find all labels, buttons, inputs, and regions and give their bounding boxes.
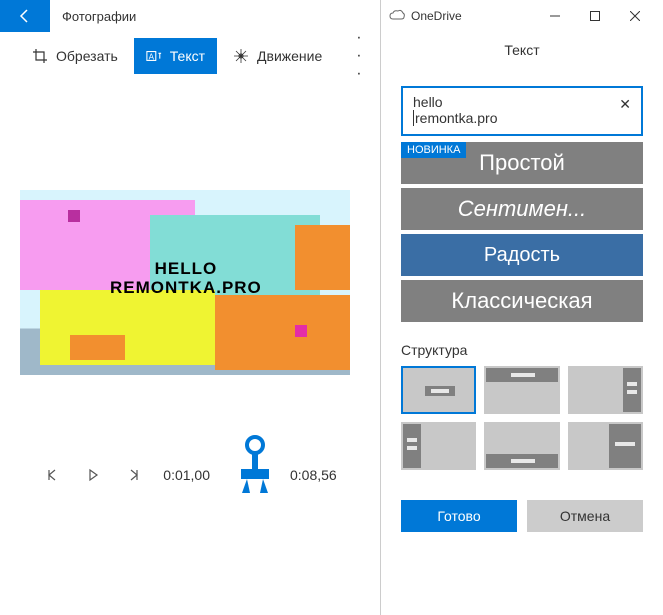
current-time: 0:01,00 [163, 467, 210, 483]
left-header: Фотографии [0, 0, 380, 32]
total-time: 0:08,56 [290, 467, 337, 483]
layout-right-alt[interactable] [568, 422, 643, 470]
minimize-icon [550, 11, 560, 21]
arrow-left-icon [17, 8, 33, 24]
orange-rect-3 [70, 335, 125, 360]
playback-controls: 0:01,00 0:08,56 [0, 465, 380, 485]
next-frame-button[interactable] [123, 465, 143, 485]
onedrive-icon [389, 8, 405, 24]
done-label: Готово [437, 508, 480, 524]
maximize-icon [590, 11, 600, 21]
ellipsis-icon: · · · [356, 29, 361, 82]
text-input-line2: remontka.pro [413, 110, 497, 126]
more-button[interactable]: · · · [346, 29, 371, 83]
cancel-label: Отмена [560, 508, 610, 524]
style-joy-label: Радость [484, 244, 560, 267]
style-classic[interactable]: Классическая [401, 280, 643, 322]
yellow-rect [40, 290, 215, 365]
style-sentimental-label: Сентимен... [458, 196, 587, 222]
app-title: Фотографии [62, 9, 136, 24]
text-tool[interactable]: A Текст [134, 38, 217, 74]
motion-label: Движение [257, 48, 322, 64]
text-icon: A [146, 48, 162, 64]
maximize-button[interactable] [575, 0, 615, 32]
x-icon: ✕ [619, 96, 631, 112]
structure-label: Структура [401, 342, 643, 358]
orange-rect-1 [295, 225, 350, 290]
done-button[interactable]: Готово [401, 500, 517, 532]
layout-center[interactable] [401, 366, 476, 414]
playhead-icon [235, 435, 275, 505]
photos-editor-panel: Фотографии Обрезать A Текст Движение [0, 0, 380, 615]
layout-bottom[interactable] [484, 422, 559, 470]
text-style-list: НОВИНКА Простой Сентимен... Радость Клас… [401, 142, 643, 322]
motion-icon [233, 48, 249, 64]
clear-text-button[interactable]: ✕ [619, 96, 631, 113]
motion-tool[interactable]: Движение [221, 38, 334, 74]
video-canvas[interactable]: HELLO REMONTKA.PRO [20, 190, 350, 375]
crop-icon [32, 48, 48, 64]
style-simple[interactable]: НОВИНКА Простой [401, 142, 643, 184]
style-joy[interactable]: Радость [401, 234, 643, 276]
text-label: Текст [170, 48, 205, 64]
text-properties-panel: OneDrive Текст hello remontka.pro ✕ [380, 0, 663, 615]
canvas-overlay-text: HELLO REMONTKA.PRO [110, 260, 262, 297]
text-input-line1: hello [413, 94, 631, 110]
minimize-button[interactable] [535, 0, 575, 32]
close-icon [630, 11, 640, 21]
panel-title: Текст [401, 42, 643, 58]
orange-rect-2 [215, 295, 350, 370]
layout-top[interactable] [484, 366, 559, 414]
layout-grid [401, 366, 643, 470]
editor-toolbar: Обрезать A Текст Движение · · · [0, 32, 380, 80]
layout-right[interactable] [568, 366, 643, 414]
back-button[interactable] [0, 0, 50, 32]
style-classic-label: Классическая [451, 288, 592, 314]
layout-left[interactable] [401, 422, 476, 470]
window-titlebar: OneDrive [381, 0, 663, 32]
crop-tool[interactable]: Обрезать [20, 38, 130, 74]
timeline-playhead[interactable] [235, 435, 275, 505]
window-title: OneDrive [411, 9, 535, 23]
cancel-button[interactable]: Отмена [527, 500, 643, 532]
action-row: Готово Отмена [401, 500, 643, 532]
style-sentimental[interactable]: Сентимен... [401, 188, 643, 230]
text-input[interactable]: hello remontka.pro ✕ [401, 86, 643, 136]
prev-frame-button[interactable] [43, 465, 63, 485]
new-badge: НОВИНКА [401, 142, 466, 158]
style-simple-label: Простой [479, 150, 565, 176]
close-button[interactable] [615, 0, 655, 32]
magenta-dot [295, 325, 307, 337]
play-button[interactable] [83, 465, 103, 485]
svg-text:A: A [148, 53, 154, 62]
crop-label: Обрезать [56, 48, 118, 64]
